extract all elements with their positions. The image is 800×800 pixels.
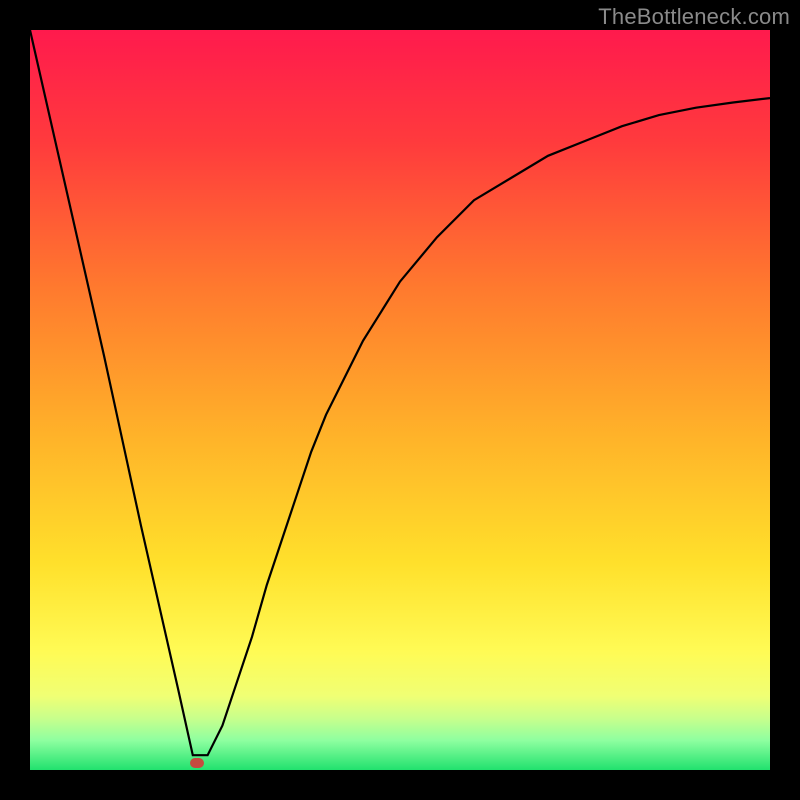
- curve-layer: [30, 30, 770, 770]
- plot-area: [30, 30, 770, 770]
- attribution-text: TheBottleneck.com: [598, 4, 790, 30]
- chart-frame: TheBottleneck.com: [0, 0, 800, 800]
- optimum-marker: [190, 758, 204, 768]
- bottleneck-curve: [30, 30, 770, 755]
